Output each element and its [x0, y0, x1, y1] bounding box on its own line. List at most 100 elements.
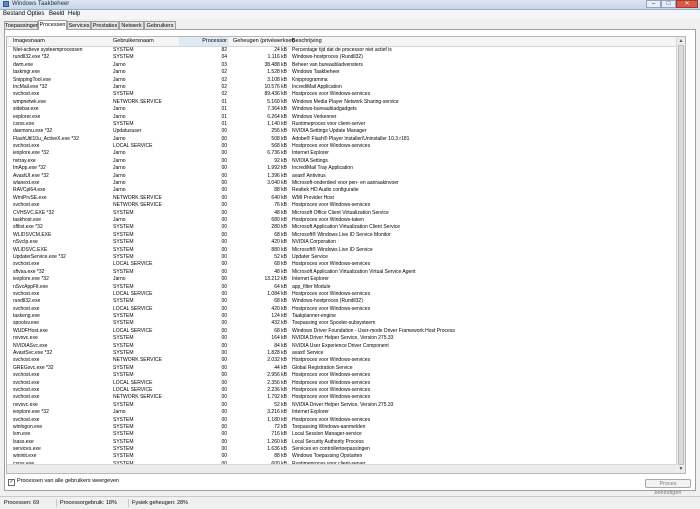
process-row[interactable]: GREGsvc.exe *32 SYSTEM 00 44 kB Global Regis… — [7, 364, 685, 372]
process-row[interactable]: svchost.exe NETWORK SERVICE 00 2.032 kB Host… — [7, 357, 685, 364]
process-row[interactable]: AvastUI.exe *32 Jarno 00 1.396 kB avast! Ant… — [7, 173, 685, 180]
process-row[interactable]: CVHSVC.EXE *32 SYSTEM 00 48 kB Microsoft Off… — [7, 210, 685, 217]
process-cpu: 00 — [221, 386, 227, 393]
process-row[interactable]: iexplore.exe *32 Jarno 00 3.216 kB Internet … — [7, 409, 685, 416]
process-cpu: 82 — [221, 47, 227, 53]
process-description: Hostproces voor Windows-services — [292, 394, 371, 401]
process-row[interactable]: winlogon.exe SYSTEM 00 72 kB Toepassing Wind… — [7, 424, 685, 431]
tab-netwerk[interactable]: Netwerk — [119, 21, 144, 29]
process-user: SYSTEM — [113, 268, 134, 275]
process-row[interactable]: nvvsvc.exe SYSTEM 00 164 kB NVIDIA Driver He… — [7, 335, 685, 342]
process-user: SYSTEM — [113, 253, 134, 260]
process-user: SYSTEM — [113, 364, 134, 371]
process-row[interactable]: nSvcAppFlt.exe SYSTEM 00 64 kB app_filter Mo… — [7, 284, 685, 291]
column-header-description[interactable]: Beschrijving — [292, 38, 322, 44]
process-description: Hostproces voor Windows-services — [292, 202, 371, 209]
process-row[interactable]: lsass.exe SYSTEM 00 1.260 kB Local Security … — [7, 439, 685, 446]
process-row[interactable]: sidebar.exe Jarno 01 7.364 kB Windows-bureau… — [7, 106, 685, 113]
process-row[interactable]: svchost.exe LOCAL SERVICE 00 568 kB Hostproc… — [7, 143, 685, 150]
column-header-cpu[interactable]: Processor — [179, 37, 229, 46]
process-description: NVIDIA Driver Helper Service, Version 27… — [292, 401, 394, 408]
process-row[interactable]: WUDFHost.exe LOCAL SERVICE 00 68 kB Windows … — [7, 327, 685, 335]
process-row[interactable]: nSvcIp.exe SYSTEM 00 420 kB NVIDIA Corporati… — [7, 239, 685, 246]
show-all-users-checkbox[interactable]: ✓ — [8, 479, 15, 486]
process-row[interactable]: FlashUtil10u_ActiveX.exe *32 Jarno 00 508 k… — [7, 136, 685, 143]
show-all-users-label[interactable]: Processen van alle gebruikers weergeven — [17, 478, 119, 484]
tab-processen[interactable]: Processen — [38, 20, 67, 30]
process-row[interactable]: iexplore.exe *32 Jarno 00 6.736 kB Internet … — [7, 150, 685, 157]
process-description: Hostproces voor Windows-services — [292, 290, 371, 297]
close-button[interactable]: ✕ — [676, 0, 698, 8]
process-name: sidebar.exe — [13, 106, 39, 113]
process-row[interactable]: svchost.exe NETWORK SERVICE 00 1.792 kB Host… — [7, 394, 685, 401]
process-row[interactable]: svchost.exe LOCAL SERVICE 00 420 kB Hostproc… — [7, 306, 685, 313]
process-list[interactable]: Imagesnaam Gebruikersnaam Processor Gehe… — [6, 36, 686, 474]
process-row[interactable]: svchost.exe SYSTEM 02 89.436 kB Hostproces v… — [7, 91, 685, 98]
process-row[interactable]: nvtray.exe Jarno 00 92 kB NVIDIA Settings — [7, 158, 685, 165]
process-row[interactable]: taskmgr.exe Jarno 02 1.528 kB Windows Taakbe… — [7, 69, 685, 76]
tab-services[interactable]: Services — [67, 21, 91, 29]
process-row[interactable]: rundll32.exe *32 SYSTEM 04 1.116 kB Windows-… — [7, 54, 685, 61]
process-row[interactable]: svchost.exe SYSTEM 00 2.956 kB Hostproces vo… — [7, 372, 685, 379]
process-row[interactable]: csrss.exe SYSTEM 01 1.140 kB Runtimeproces v… — [7, 121, 685, 128]
process-row[interactable]: nvvsvc.exe SYSTEM 00 52 kB NVIDIA Driver Hel… — [7, 401, 685, 409]
process-row[interactable]: dwm.exe Jarno 03 38.488 kB Beheer van bureau… — [7, 62, 685, 69]
minimize-button[interactable]: – — [646, 0, 661, 8]
tab-prestaties[interactable]: Prestaties — [91, 21, 119, 29]
process-row[interactable]: svchost.exe LOCAL SERVICE 00 2.236 kB Hostpr… — [7, 386, 685, 394]
process-user: Jarno — [113, 276, 126, 283]
process-row[interactable]: rundll32.exe SYSTEM 00 68 kB Windows-hostpro… — [7, 298, 685, 305]
menu-bestand[interactable]: Bestand — [3, 11, 25, 17]
process-row[interactable]: wlanext.exe Jarno 00 3.040 kB Microsoft-onde… — [7, 180, 685, 187]
horizontal-scrollbar[interactable] — [7, 464, 679, 473]
process-row[interactable]: services.exe SYSTEM 00 1.636 kB Services en … — [7, 446, 685, 453]
process-row[interactable]: svchost.exe LOCAL SERVICE 00 1.084 kB Hostpr… — [7, 290, 685, 298]
process-row[interactable]: SnippingTool.exe Jarno 02 3.108 kB Knipprogr… — [7, 77, 685, 84]
process-row[interactable]: sftvsa.exe *32 SYSTEM 00 48 kB Microsoft App… — [7, 268, 685, 276]
scroll-thumb[interactable] — [678, 45, 684, 465]
process-row[interactable]: wininit.exe SYSTEM 00 88 kB Windows Toepassi… — [7, 453, 685, 460]
column-header-name[interactable]: Imagesnaam — [13, 38, 45, 44]
process-row[interactable]: WmiPrvSE.exe NETWORK SERVICE 00 640 kB WMI P… — [7, 195, 685, 202]
column-header-memory[interactable]: Geheugen (privéwerkset) — [233, 38, 295, 44]
tab-toepassingen[interactable]: Toepassingen — [4, 21, 39, 29]
process-row[interactable]: IncMail.exe *32 Jarno 02 10.576 kB IncrediMa… — [7, 84, 685, 91]
process-row[interactable]: svchost.exe LOCAL SERVICE 00 2.356 kB Hostpr… — [7, 380, 685, 387]
process-row[interactable]: UpdaterService.exe *32 SYSTEM 00 52 kB Updat… — [7, 253, 685, 261]
process-row[interactable]: daemonu.exe *32 Updatususer 00 256 kB NVIDIA… — [7, 128, 685, 135]
process-row[interactable]: wmpnetwk.exe NETWORK SERVICE 01 5.160 kB Win… — [7, 98, 685, 106]
process-row[interactable]: NVIDIASvc.exe SYSTEM 00 84 kB NVIDIA User Ex… — [7, 342, 685, 350]
process-memory: 3.216 kB — [267, 409, 287, 416]
process-user: Jarno — [113, 113, 126, 120]
process-row[interactable]: WLIDSVC.EXE SYSTEM 00 880 kB Microsoft® Wind… — [7, 247, 685, 254]
menu-help[interactable]: Help — [68, 11, 80, 17]
process-row[interactable]: spoolsv.exe SYSTEM 00 432 kB Toepassing voor… — [7, 320, 685, 327]
process-row[interactable]: svchost.exe LOCAL SERVICE 00 68 kB Hostproce… — [7, 261, 685, 268]
scroll-up-arrow-icon[interactable]: ▲ — [678, 38, 684, 44]
process-name: GREGsvc.exe *32 — [13, 364, 54, 371]
process-row[interactable]: svchost.exe SYSTEM 00 1.180 kB Hostproces vo… — [7, 417, 685, 424]
vertical-scrollbar[interactable]: ▲ ▼ — [676, 37, 685, 473]
menu-opties[interactable]: Opties — [27, 11, 44, 17]
process-row[interactable]: explorer.exe Jarno 01 6.264 kB Windows Verke… — [7, 113, 685, 121]
process-row[interactable]: WLIDSVCM.EXE SYSTEM 00 68 kB Microsoft® Wind… — [7, 232, 685, 239]
process-row[interactable]: taskeng.exe SYSTEM 00 124 kB Taakplanner-eng… — [7, 313, 685, 320]
process-row[interactable]: ImApp.exe *32 Jarno 00 1.992 kB IncrediMail … — [7, 165, 685, 172]
maximize-button[interactable]: □ — [661, 0, 676, 8]
process-row[interactable]: lsm.exe SYSTEM 00 716 kB Local Session Manag… — [7, 431, 685, 438]
process-row[interactable]: iexplore.exe *32 Jarno 00 13.212 kB Internet… — [7, 276, 685, 283]
process-memory: 84 kB — [274, 342, 287, 349]
end-process-button[interactable]: Proces beëindigen — [645, 479, 691, 496]
process-name: wininit.exe — [13, 453, 37, 460]
process-row[interactable]: svchost.exe NETWORK SERVICE 00 76 kB Hostpro… — [7, 202, 685, 209]
process-row[interactable]: RAVCpl64.exe Jarno 00 88 kB Realtek HD Audio… — [7, 187, 685, 194]
process-row[interactable]: sftlist.exe *32 SYSTEM 00 280 kB Microsoft A… — [7, 224, 685, 231]
process-memory: 68 kB — [274, 327, 287, 334]
process-row[interactable]: Niet-actieve systeemprocessen SYSTEM 82 24 … — [7, 47, 685, 54]
process-row[interactable]: taskhost.exe Jarno 00 680 kB Hostproces voor… — [7, 217, 685, 224]
process-row[interactable]: AvastSvc.exe *32 SYSTEM 00 1.828 kB avast! S… — [7, 350, 685, 357]
menu-beeld[interactable]: Beeld — [49, 11, 64, 17]
tab-gebruikers[interactable]: Gebruikers — [144, 21, 176, 29]
column-header-user[interactable]: Gebruikersnaam — [113, 38, 154, 44]
process-description: Windows Media Player Network Sharing-ser… — [292, 98, 399, 105]
